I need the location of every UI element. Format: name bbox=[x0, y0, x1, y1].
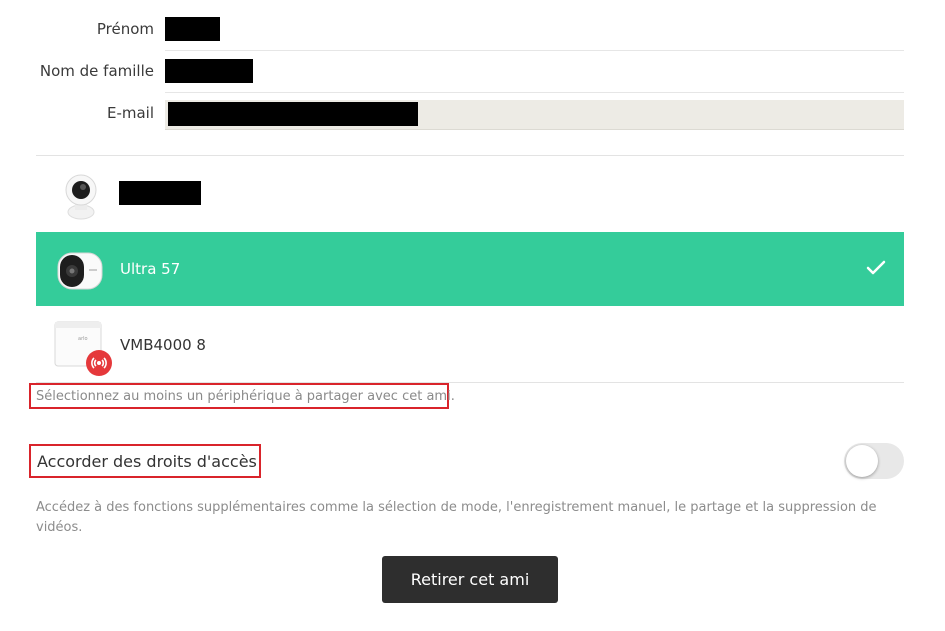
svg-text:arlo: arlo bbox=[78, 336, 88, 342]
device-name: Ultra 57 bbox=[120, 260, 181, 278]
checkmark-icon bbox=[866, 260, 886, 275]
first-name-field[interactable] bbox=[165, 7, 904, 51]
redacted-last-name bbox=[165, 59, 253, 83]
access-rights-description: Accédez à des fonctions supplémentaires … bbox=[36, 500, 877, 535]
remove-friend-button[interactable]: Retirer cet ami bbox=[382, 556, 558, 603]
indoor-camera-icon bbox=[65, 174, 97, 220]
email-field[interactable] bbox=[165, 100, 904, 130]
redacted-email bbox=[168, 102, 418, 126]
device-name: VMB4000 8 bbox=[120, 336, 206, 354]
first-name-label: Prénom bbox=[96, 20, 154, 38]
redacted-device-name bbox=[119, 181, 201, 205]
access-rights-toggle[interactable] bbox=[844, 443, 904, 479]
toggle-knob bbox=[846, 445, 878, 477]
email-label: E-mail bbox=[106, 104, 154, 122]
outdoor-camera-icon bbox=[57, 252, 103, 290]
device-item[interactable] bbox=[36, 156, 904, 230]
selection-hint: Sélectionnez au moins un périphérique à … bbox=[29, 383, 455, 409]
first-name-row: Prénom bbox=[0, 7, 904, 51]
redacted-first-name bbox=[165, 17, 220, 41]
access-rights-title: Accorder des droits d'accès bbox=[29, 444, 261, 478]
email-row: E-mail bbox=[0, 87, 904, 131]
base-station-icon: arlo bbox=[54, 321, 112, 376]
device-item-selected[interactable]: Ultra 57 bbox=[36, 232, 904, 306]
device-item[interactable]: arlo VMB4000 8 bbox=[36, 308, 904, 382]
